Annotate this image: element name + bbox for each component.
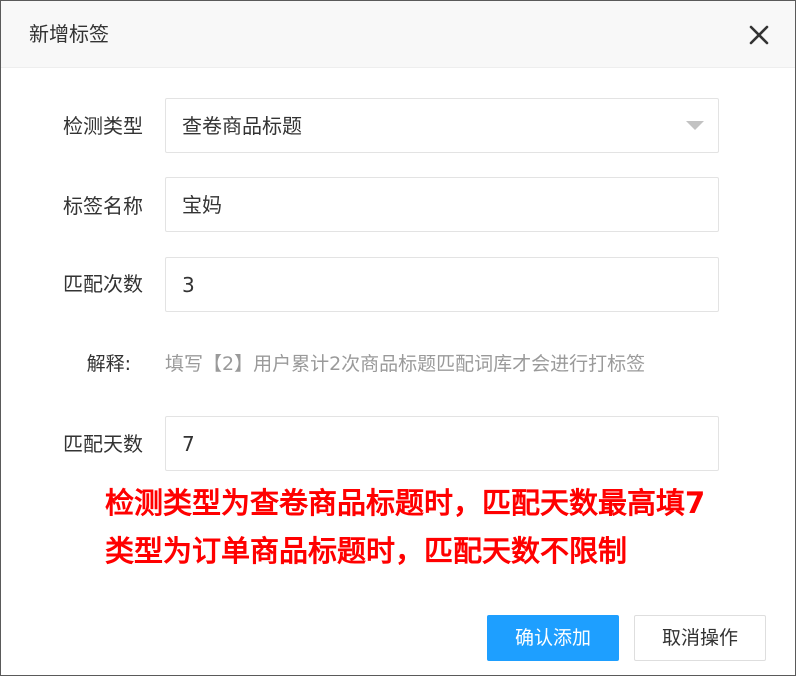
close-icon[interactable] [745,21,773,49]
add-tag-dialog: 新增标签 检测类型 查卷商品标题 标签名称 宝妈 匹配次数 3 解释: 填写【2… [0,0,796,676]
tag-name-value: 宝妈 [182,193,222,217]
hint-label: 解释: [86,353,131,375]
match-days-value: 7 [182,432,195,456]
match-days-label: 匹配天数 [63,432,143,456]
tag-name-label: 标签名称 [63,194,143,218]
match-days-input[interactable]: 7 [165,416,719,471]
match-count-value: 3 [182,273,195,297]
match-count-label: 匹配次数 [63,272,143,296]
detect-type-value: 查卷商品标题 [182,114,302,138]
confirm-add-button[interactable]: 确认添加 [487,615,619,661]
annotation-line-2: 类型为订单商品标题时，匹配天数不限制 [105,534,628,568]
annotation-line-1: 检测类型为查卷商品标题时，匹配天数最高填7 [105,486,706,520]
detect-type-select[interactable]: 查卷商品标题 [165,98,719,153]
dialog-header: 新增标签 [1,1,795,68]
cancel-button[interactable]: 取消操作 [634,615,766,661]
dialog-title: 新增标签 [29,22,109,46]
chevron-down-icon [686,121,704,130]
tag-name-input[interactable]: 宝妈 [165,177,719,232]
detect-type-label: 检测类型 [63,114,143,138]
hint-text: 填写【2】用户累计2次商品标题匹配词库才会进行打标签 [165,353,646,375]
match-count-input[interactable]: 3 [165,257,719,312]
